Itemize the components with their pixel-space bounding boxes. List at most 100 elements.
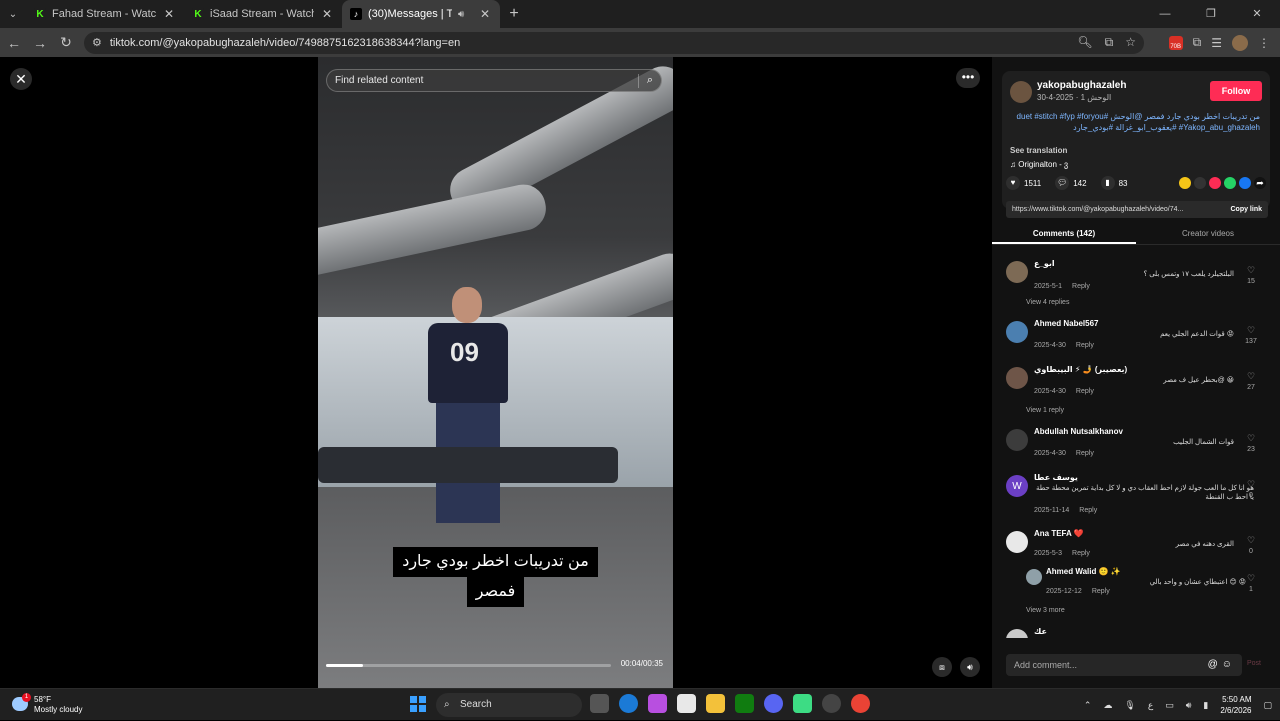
network-icon[interactable]: ▭ bbox=[1165, 700, 1174, 711]
commenter-name[interactable]: Ahmed Nabel567 bbox=[1034, 319, 1098, 328]
onedrive-icon[interactable]: ☁ bbox=[1103, 700, 1112, 711]
reply-button[interactable]: Reply bbox=[1092, 588, 1110, 595]
view-replies-link[interactable]: View 4 replies bbox=[1026, 299, 1069, 306]
follow-button[interactable]: Follow bbox=[1210, 81, 1262, 101]
tab-creator-videos[interactable]: Creator videos bbox=[1136, 223, 1280, 244]
tab-fahad-stream[interactable]: K Fahad Stream - Watch Live on Kick ✕ bbox=[26, 0, 184, 28]
see-translation-link[interactable]: See translation bbox=[1010, 146, 1067, 155]
commenter-avatar[interactable] bbox=[1006, 429, 1028, 451]
close-icon[interactable]: ✕ bbox=[478, 7, 492, 21]
video-player[interactable]: 09 Find related content ⌕ من تدريبات اخط… bbox=[318, 57, 673, 688]
reply-like[interactable]: ♡ 1 bbox=[1244, 573, 1258, 593]
tab-search-icon[interactable]: ⌄ bbox=[0, 0, 26, 28]
commenter-name[interactable]: Ana TEFA ❤️ bbox=[1034, 529, 1084, 538]
view-replies-link[interactable]: View 1 reply bbox=[1026, 407, 1064, 414]
forward-icon[interactable]: → bbox=[28, 35, 52, 51]
speaker-icon[interactable]: 🔊︎ bbox=[458, 9, 472, 20]
microphone-icon[interactable]: 🎙︎ bbox=[1124, 700, 1135, 711]
commenter-avatar[interactable]: W bbox=[1006, 475, 1028, 497]
replier-avatar[interactable] bbox=[1026, 569, 1042, 585]
commenter-avatar[interactable] bbox=[1006, 629, 1028, 638]
pip-icon[interactable]: ⧈ bbox=[932, 657, 952, 677]
replier-name[interactable]: Ahmed Walid 🙂 ✨ bbox=[1046, 567, 1121, 576]
edge-icon[interactable] bbox=[619, 694, 638, 713]
commenter-name[interactable]: ابو_ع bbox=[1034, 259, 1055, 268]
chevron-up-icon[interactable]: ⌃ bbox=[1084, 700, 1092, 711]
commenter-avatar[interactable] bbox=[1006, 321, 1028, 343]
reply-button[interactable]: Reply bbox=[1072, 283, 1090, 290]
view-more-replies-link[interactable]: View 3 more bbox=[1026, 607, 1065, 614]
reply-button[interactable]: Reply bbox=[1079, 507, 1097, 514]
comment-like[interactable]: ♡ 15 bbox=[1244, 265, 1258, 285]
zoom-icon[interactable]: 🔍︎ bbox=[1077, 35, 1092, 50]
reply-button[interactable]: Reply bbox=[1076, 450, 1094, 457]
share-link-box[interactable]: https://www.tiktok.com/@yakopabughazaleh… bbox=[1006, 201, 1268, 218]
comment-input[interactable]: Add comment... @☺ bbox=[1006, 654, 1242, 676]
profile-avatar[interactable] bbox=[1232, 34, 1248, 51]
browser-menu-icon[interactable]: ⋮ bbox=[1258, 36, 1270, 50]
music-link[interactable]: ♫ Originalton - ვ bbox=[1010, 160, 1068, 169]
reply-button[interactable]: Reply bbox=[1072, 550, 1090, 557]
reply-button[interactable]: Reply bbox=[1076, 388, 1094, 395]
tab-tiktok-messages[interactable]: ♪ (30)Messages | TikTok 🔊︎ ✕ bbox=[342, 0, 500, 28]
xbox-icon[interactable] bbox=[735, 694, 754, 713]
facebook-icon[interactable] bbox=[1239, 177, 1251, 189]
more-options-icon[interactable]: ••• bbox=[956, 68, 980, 88]
copy-link-button[interactable]: Copy link bbox=[1230, 201, 1262, 218]
mention-icon[interactable]: @ bbox=[1208, 659, 1222, 670]
battery-icon[interactable]: ▮ bbox=[1203, 700, 1208, 711]
file-explorer-icon[interactable] bbox=[706, 694, 725, 713]
share-arrow-icon[interactable]: ➦ bbox=[1254, 177, 1266, 189]
heart-icon[interactable]: ♥ bbox=[1006, 176, 1020, 190]
whatsapp-icon[interactable] bbox=[1224, 177, 1236, 189]
install-app-icon[interactable]: ⧉ bbox=[1105, 35, 1114, 50]
comment-like[interactable]: ♡ 23 bbox=[1244, 433, 1258, 453]
comment-like[interactable]: ♡ 27 bbox=[1244, 371, 1258, 391]
notifications-icon[interactable]: ▢ bbox=[1263, 700, 1272, 711]
commenter-name[interactable]: (بعصيبر) 🤳 ⚡ البيبطاوي bbox=[1034, 365, 1127, 374]
reply-button[interactable]: Reply bbox=[1076, 342, 1094, 349]
commenter-avatar[interactable] bbox=[1006, 367, 1028, 389]
store-icon[interactable] bbox=[677, 694, 696, 713]
commenter-avatar[interactable] bbox=[1006, 531, 1028, 553]
discord-icon[interactable] bbox=[764, 694, 783, 713]
weather-widget[interactable]: 1 58°F Mostly cloudy bbox=[12, 693, 102, 717]
minimize-icon[interactable]: — bbox=[1142, 0, 1188, 28]
maximize-icon[interactable]: ❐ bbox=[1188, 0, 1234, 28]
search-icon[interactable]: ⌕ bbox=[647, 74, 653, 87]
close-window-icon[interactable]: ✕ bbox=[1234, 0, 1280, 28]
commenter-name[interactable]: يوسف عطا bbox=[1034, 473, 1078, 482]
comment-like[interactable]: ♡ 137 bbox=[1244, 325, 1258, 345]
embed-icon[interactable] bbox=[1194, 177, 1206, 189]
video-progress-bar[interactable] bbox=[326, 664, 611, 667]
address-bar[interactable]: ⚙ tiktok.com/@yakopabughazaleh/video/749… bbox=[84, 31, 1144, 54]
close-video-button[interactable]: ✕ bbox=[10, 68, 32, 90]
author-username[interactable]: yakopabughazaleh bbox=[1037, 80, 1126, 91]
new-tab-button[interactable]: + bbox=[500, 5, 528, 23]
volume-icon[interactable]: 🔊︎ bbox=[960, 657, 980, 677]
emoji-icon[interactable]: ☺ bbox=[1222, 659, 1236, 670]
android-icon[interactable] bbox=[793, 694, 812, 713]
commenter-name[interactable]: Abdullah Nutsalkhanov bbox=[1034, 427, 1123, 436]
tab-isaad-stream[interactable]: K iSaad Stream - Watch Live on Kick ✕ bbox=[184, 0, 342, 28]
task-view-icon[interactable] bbox=[590, 694, 609, 713]
extension-icon[interactable]: 70B bbox=[1168, 35, 1183, 50]
author-avatar[interactable] bbox=[1010, 81, 1032, 103]
commenter-avatar[interactable] bbox=[1006, 261, 1028, 283]
app-icon[interactable] bbox=[822, 694, 841, 713]
comment-icon[interactable]: 💬︎ bbox=[1055, 176, 1070, 190]
commenter-name[interactable]: عك bbox=[1034, 627, 1047, 636]
find-related-search[interactable]: Find related content ⌕ bbox=[326, 69, 662, 92]
close-icon[interactable]: ✕ bbox=[162, 7, 176, 21]
tab-comments[interactable]: Comments (142) bbox=[992, 223, 1136, 244]
chrome-icon[interactable] bbox=[851, 694, 870, 713]
language-icon[interactable]: ع bbox=[1148, 700, 1153, 711]
back-icon[interactable]: ← bbox=[2, 35, 26, 51]
bookmark-icon[interactable]: ▮ bbox=[1100, 176, 1115, 190]
post-button[interactable]: Post bbox=[1247, 660, 1261, 667]
copilot-icon[interactable] bbox=[648, 694, 667, 713]
comment-like[interactable]: ♡ 0 bbox=[1244, 479, 1258, 499]
send-icon[interactable] bbox=[1209, 177, 1221, 189]
comment-like[interactable]: ♡ 0 bbox=[1244, 535, 1258, 555]
tab-search-list-icon[interactable]: ☰ bbox=[1211, 36, 1222, 50]
